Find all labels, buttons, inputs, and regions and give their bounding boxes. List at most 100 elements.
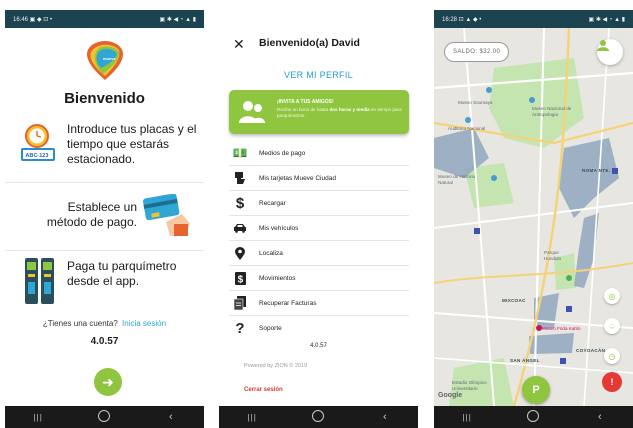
next-button[interactable]: ➜ (94, 368, 122, 396)
invite-body: Recibe un bono de hasta dos horas y medi… (277, 107, 402, 118)
map-label: Museo de Historia Natural (438, 174, 476, 185)
svg-text:$: $ (237, 274, 243, 285)
app-version: 4.0.57 (310, 343, 327, 349)
logout-button[interactable]: Cerrar sesión (244, 387, 283, 393)
menu-item-label: Recuperar Facturas (259, 299, 317, 307)
welcome-title: Bienvenido (64, 90, 145, 107)
login-link[interactable]: Inicia sesión (122, 319, 166, 328)
alert-icon: ! (610, 377, 614, 387)
credit-card-icon (142, 194, 190, 236)
profile-button[interactable] (597, 39, 623, 65)
app-version: 4.0.57 (90, 336, 119, 347)
map-label: Museo Soumaya (458, 100, 493, 105)
map-label: Museo Nacional de Antropología (532, 106, 572, 117)
google-logo: Google (438, 392, 463, 399)
recent-apps-button[interactable]: ||| (232, 413, 272, 422)
step-text-plates: Introduce tus placas y el tiempo que est… (67, 122, 197, 166)
app-screens: 16:46 ▣ ◆ ⊡ • ▣ ✱ ◀ ◔ ▲ ▮ mueve Bienveni… (0, 0, 633, 428)
map-pin-icon (229, 246, 251, 260)
back-button[interactable]: ‹ (580, 411, 620, 423)
dollar-box-icon: $ (229, 271, 251, 285)
powered-by: Powered by ZION © 2019 (244, 363, 308, 369)
home-icon (98, 409, 111, 422)
clock-plate-icon: ABC-123 (21, 124, 55, 161)
menu-item-support[interactable]: ? Soporte (229, 316, 409, 341)
menu-item-label: Recargar (259, 199, 286, 207)
back-button[interactable]: ‹ (365, 411, 405, 423)
map-label: MIXCOAC (502, 298, 526, 303)
home-button[interactable] (298, 409, 338, 425)
question-icon: ? (235, 320, 245, 337)
menu-screen: ✕ Bienvenido(a) David VER MI PERFIL ¡INV… (219, 10, 418, 428)
recent-apps-button[interactable]: ||| (447, 413, 487, 422)
onboarding-screen: 16:46 ▣ ◆ ⊡ • ▣ ✱ ◀ ◔ ▲ ▮ mueve Bienveni… (5, 10, 204, 428)
menu-item-vehicles[interactable]: Mis vehículos (229, 216, 409, 241)
menu-item-invoices[interactable]: Recuperar Facturas (229, 291, 409, 316)
people-icon (239, 101, 265, 123)
map-label: SAN ÁNGEL (510, 358, 540, 363)
map-label: Estadio Olímpico Universitario (452, 380, 487, 391)
menu-item-label: Medios de pago (259, 149, 306, 157)
menu-item-label: Mis vehículos (259, 224, 299, 232)
step-text-payment: Establece un método de pago. (46, 200, 137, 229)
home-button[interactable] (513, 409, 553, 425)
menu-item-payment-methods[interactable]: 💵 Medios de pago (229, 141, 409, 166)
arrow-right-icon: ➜ (102, 373, 114, 390)
home-button[interactable] (84, 409, 124, 425)
map-label: COYOACÁN (576, 348, 606, 353)
svg-text:ABC-123: ABC-123 (26, 153, 49, 159)
status-bar: 16:28 ⊡ ▲ ◆ • ▣ ✱ ◀ ◔ ▲ ▮ (434, 10, 633, 28)
map-label: ROMA NTE. (582, 168, 611, 173)
menu-item-label: Movimientos (259, 274, 296, 282)
money-icon: 💵 (232, 146, 248, 160)
system-nav-bar: ||| ‹ (5, 406, 204, 428)
locate-icon: ◎ (608, 291, 616, 301)
menu-item-label: Localiza (259, 249, 283, 257)
home-icon (312, 409, 325, 422)
parking-map[interactable]: Museo Soumaya Museo Nacional de Antropol… (434, 28, 633, 406)
menu-item-label: Mis tarjetas Mueve Ciudad (259, 174, 336, 182)
notifications-button[interactable]: ♤ (604, 318, 620, 334)
user-icon (597, 40, 609, 51)
status-left: 16:46 ▣ ◆ ⊡ • (13, 16, 53, 23)
history-button[interactable]: ◷ (604, 348, 620, 364)
account-question: ¿Tienes una cuenta? (42, 319, 118, 328)
close-icon[interactable]: ✕ (233, 36, 245, 53)
status-left: 16:28 ⊡ ▲ ◆ • (442, 16, 482, 23)
map-label: Museo Frida Kahlo (542, 326, 581, 331)
side-menu: 💵 Medios de pago Mis tarjetas Mueve Ciud… (229, 141, 409, 341)
map-label: Parque Hundido (544, 250, 562, 261)
balance-badge: SALDO: $32.00 (444, 42, 510, 62)
status-bar (219, 10, 418, 28)
menu-item-locate[interactable]: Localiza (229, 241, 409, 266)
map-screen: 16:28 ⊡ ▲ ◆ • ▣ ✱ ◀ ◔ ▲ ▮ Museo Soumaya … (434, 10, 633, 428)
home-icon (527, 409, 540, 422)
greeting: Bienvenido(a) David (259, 37, 360, 49)
system-nav-bar: ||| ‹ (434, 406, 633, 428)
dollar-icon: $ (235, 194, 245, 212)
park-button[interactable]: P (522, 376, 550, 404)
invite-title: ¡INVITA A TUS AMIGOS! (277, 99, 334, 105)
menu-item-recharge[interactable]: $ Recargar (229, 191, 409, 216)
locate-button[interactable]: ◎ (604, 288, 620, 304)
step-text-pay: Paga tu parquímetro desde el app. (67, 259, 177, 288)
card-hand-icon (229, 171, 251, 185)
view-profile-link[interactable]: VER MI PERFIL (219, 70, 418, 80)
parking-meter-icon (25, 258, 54, 304)
invite-friends-banner[interactable]: ¡INVITA A TUS AMIGOS! Recibe un bono de … (229, 90, 409, 134)
status-right: ▣ ✱ ◀ ◔ ▲ ▮ (159, 16, 196, 23)
status-right: ▣ ✱ ◀ ◔ ▲ ▮ (588, 16, 625, 23)
recent-apps-button[interactable]: ||| (18, 413, 58, 422)
menu-item-label: Soporte (259, 325, 282, 332)
app-logo: mueve (87, 41, 123, 80)
clock-icon: ◷ (608, 351, 616, 361)
divider (5, 250, 204, 251)
divider (5, 182, 204, 183)
map-label: Auditorio Nacional (448, 126, 486, 131)
status-bar: 16:46 ▣ ◆ ⊡ • ▣ ✱ ◀ ◔ ▲ ▮ (5, 10, 204, 28)
alert-button[interactable]: ! (602, 372, 622, 392)
menu-item-movements[interactable]: $ Movimientos (229, 266, 409, 291)
menu-item-cards[interactable]: Mis tarjetas Mueve Ciudad (229, 166, 409, 191)
system-nav-bar: ||| ‹ (219, 406, 418, 428)
back-button[interactable]: ‹ (151, 411, 191, 423)
